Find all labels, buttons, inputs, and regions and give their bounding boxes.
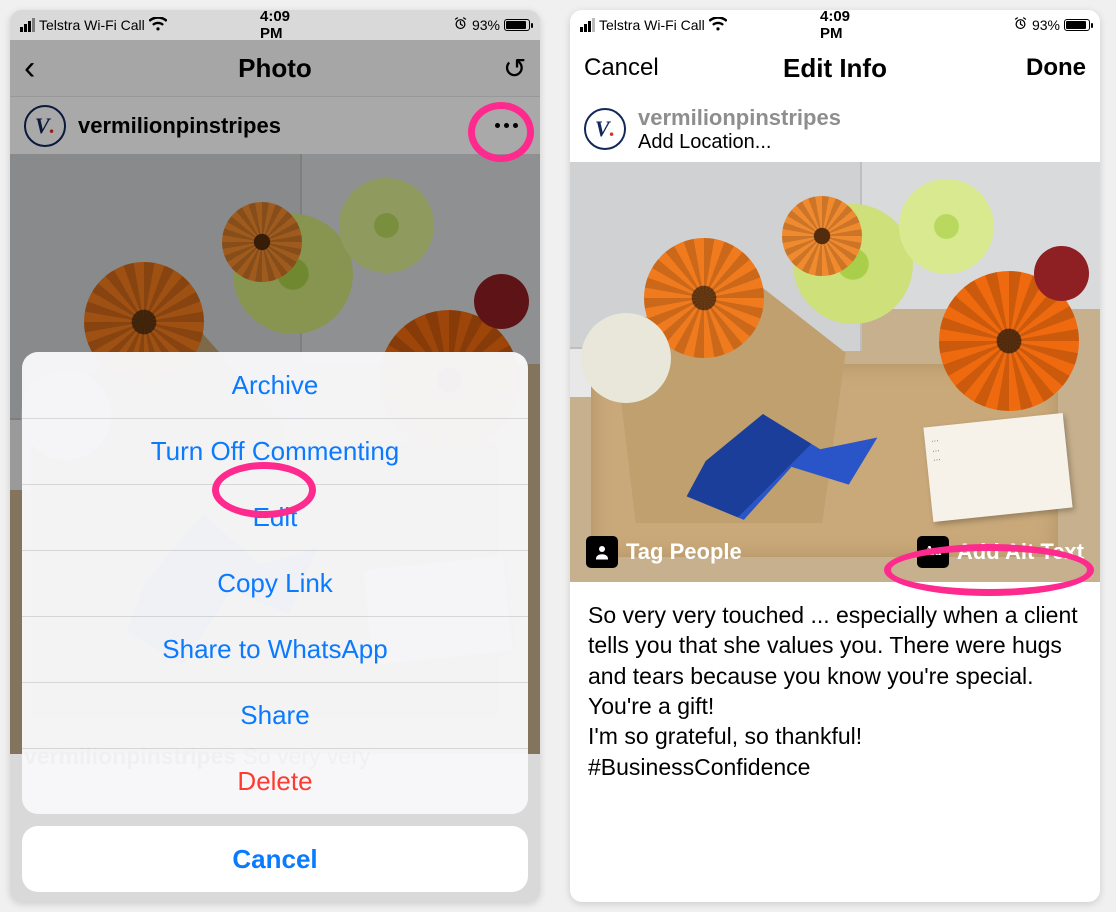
alarm-icon	[1013, 16, 1028, 34]
phone-right-edit-info: Telstra Wi-Fi Call 4:09 PM 93% Cancel Ed…	[570, 10, 1100, 902]
add-alt-text-label: Add Alt Text	[957, 539, 1084, 565]
sheet-copy-link[interactable]: Copy Link	[22, 550, 528, 616]
caption-textarea[interactable]: So very very touched ... especially when…	[570, 582, 1100, 800]
carrier-label: Telstra Wi-Fi Call	[599, 17, 705, 33]
battery-pct-label: 93%	[1032, 17, 1060, 33]
avatar[interactable]: V.	[584, 108, 626, 150]
done-button[interactable]: Done	[1026, 54, 1086, 82]
phone-left-photo-options: Telstra Wi-Fi Call 4:09 PM 93% ‹ Photo ↻…	[10, 10, 540, 902]
post-header: V. vermilionpinstripes Add Location...	[570, 96, 1100, 162]
post-image[interactable]: ……… Tag People Aa Add Alt Text	[570, 162, 1100, 582]
sheet-archive[interactable]: Archive	[22, 352, 528, 418]
sheet-delete[interactable]: Delete	[22, 748, 528, 814]
status-bar: Telstra Wi-Fi Call 4:09 PM 93%	[570, 10, 1100, 40]
sheet-cancel[interactable]: Cancel	[22, 826, 528, 892]
sheet-share-whatsapp[interactable]: Share to WhatsApp	[22, 616, 528, 682]
username-label[interactable]: vermilionpinstripes	[638, 105, 841, 131]
handwritten-note: ………	[924, 413, 1073, 522]
tag-people-label: Tag People	[626, 539, 742, 565]
aa-icon: Aa	[917, 536, 949, 568]
clock-label: 4:09 PM	[820, 10, 850, 42]
person-tag-icon	[586, 536, 618, 568]
wifi-icon	[709, 17, 727, 34]
page-title: Edit Info	[783, 53, 887, 84]
sheet-share[interactable]: Share	[22, 682, 528, 748]
add-alt-text-button[interactable]: Aa Add Alt Text	[917, 536, 1084, 568]
cancel-button[interactable]: Cancel	[584, 54, 659, 82]
navbar-editinfo: Cancel Edit Info Done	[570, 40, 1100, 96]
add-location-button[interactable]: Add Location...	[638, 131, 841, 154]
sheet-edit[interactable]: Edit	[22, 484, 528, 550]
sheet-turn-off-commenting[interactable]: Turn Off Commenting	[22, 418, 528, 484]
action-sheet: Archive Turn Off Commenting Edit Copy Li…	[22, 352, 528, 892]
signal-icon	[580, 18, 595, 32]
battery-icon	[1064, 19, 1090, 31]
tag-people-button[interactable]: Tag People	[586, 536, 742, 568]
